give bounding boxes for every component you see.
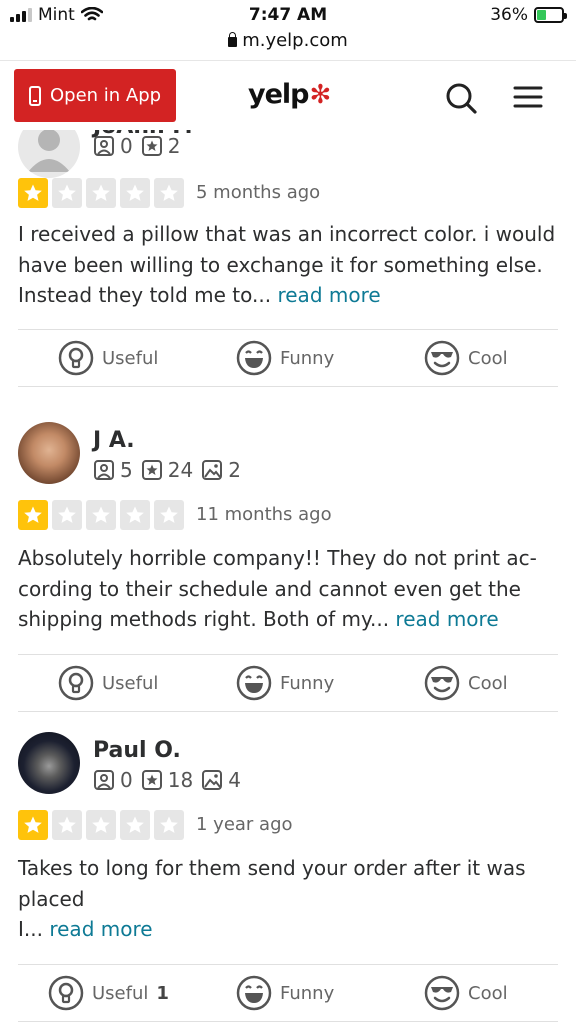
funny-button[interactable]: Funny (236, 340, 334, 376)
cool-button[interactable]: Cool (424, 975, 508, 1011)
star-icon (154, 810, 184, 840)
photo-count: 2 (201, 458, 241, 482)
star-icon (52, 178, 82, 208)
funny-button[interactable]: Funny (236, 665, 334, 701)
review-actions: Useful Funny Cool (18, 329, 558, 387)
review-count: 0 (93, 134, 133, 158)
useful-button[interactable]: Useful (58, 665, 166, 701)
star-icon (120, 178, 150, 208)
avatar[interactable] (18, 732, 80, 794)
review-count-icon (94, 460, 114, 480)
star-icon (154, 500, 184, 530)
review-text: Absolutely horrible company!! They do no… (18, 546, 537, 631)
friend-count: 2 (141, 134, 180, 158)
menu-icon[interactable] (513, 85, 543, 109)
star-icon (18, 178, 48, 208)
useful-button[interactable]: Useful 1 (48, 975, 169, 1011)
cool-face-icon (424, 665, 460, 701)
star-rating (18, 810, 184, 840)
read-more-link[interactable]: read more (395, 607, 498, 631)
cool-button[interactable]: Cool (424, 665, 508, 701)
app-header: Open in App yelp ✻ (0, 60, 576, 130)
star-icon (86, 810, 116, 840)
useful-bulb-icon (58, 340, 94, 376)
reviewer-stats: 0 2 (93, 134, 180, 158)
reviews-list: JoAnn P. 0 2 5 months ago I received a p… (0, 130, 576, 1024)
reviewer-stats: 5 24 2 (93, 458, 241, 482)
open-in-app-button[interactable]: Open in App (14, 69, 176, 122)
star-icon (52, 500, 82, 530)
friend-star-icon (141, 770, 162, 790)
reviewer-name[interactable]: Paul O. (93, 738, 181, 763)
photo-count: 4 (201, 768, 241, 792)
cool-button[interactable]: Cool (424, 340, 508, 376)
battery-percent: 36% (490, 5, 528, 25)
review-date: 11 months ago (196, 504, 332, 525)
url-bar[interactable]: m.yelp.com (0, 30, 576, 51)
star-rating (18, 500, 184, 530)
funny-face-icon (236, 665, 272, 701)
friend-count: 24 (141, 458, 193, 482)
cool-face-icon (424, 975, 460, 1011)
star-icon (52, 810, 82, 840)
star-icon (120, 500, 150, 530)
search-icon[interactable] (444, 81, 478, 115)
star-icon (18, 500, 48, 530)
star-icon (86, 500, 116, 530)
friend-star-icon (141, 136, 162, 156)
star-icon (86, 178, 116, 208)
review-date: 1 year ago (196, 814, 293, 835)
yelp-burst-icon: ✻ (309, 79, 332, 110)
phone-icon (29, 85, 41, 106)
open-in-app-label: Open in App (50, 85, 162, 106)
url-text: m.yelp.com (242, 30, 348, 51)
yelp-logo[interactable]: yelp ✻ (248, 79, 332, 110)
star-icon (154, 178, 184, 208)
friend-star-icon (141, 460, 162, 480)
read-more-link[interactable]: read more (49, 917, 152, 941)
funny-face-icon (236, 975, 272, 1011)
funny-button[interactable]: Funny (236, 975, 334, 1011)
battery-icon (534, 7, 567, 23)
star-icon (18, 810, 48, 840)
status-bar: Mint 7:47 AM 36% m.yelp.com (0, 0, 576, 51)
review-date: 5 months ago (196, 182, 321, 203)
lock-icon (228, 32, 238, 47)
reviewer-stats: 0 18 4 (93, 768, 241, 792)
useful-bulb-icon (58, 665, 94, 701)
reviewer-name[interactable]: J A. (93, 428, 135, 453)
cool-face-icon (424, 340, 460, 376)
photo-icon (202, 770, 223, 790)
avatar[interactable] (18, 422, 80, 484)
review-text: Takes to long for them send your order a… (18, 856, 526, 941)
read-more-link[interactable]: read more (277, 283, 380, 307)
useful-button[interactable]: Useful (58, 340, 166, 376)
friend-count: 18 (141, 768, 193, 792)
star-rating (18, 178, 184, 208)
avatar[interactable] (18, 130, 80, 178)
useful-bulb-icon (48, 975, 84, 1011)
review-actions: Useful Funny Cool (18, 654, 558, 712)
battery-group: 36% (490, 5, 567, 25)
review-text: I received a pillow that was an incorrec… (18, 222, 556, 307)
funny-face-icon (236, 340, 272, 376)
review-actions: Useful 1 Funny Cool (18, 964, 558, 1022)
star-icon (120, 810, 150, 840)
review-count: 5 (93, 458, 133, 482)
photo-icon (202, 460, 223, 480)
useful-count: 1 (156, 982, 169, 1004)
review-count-icon (94, 770, 114, 790)
review-count-icon (94, 136, 114, 156)
review-count: 0 (93, 768, 133, 792)
